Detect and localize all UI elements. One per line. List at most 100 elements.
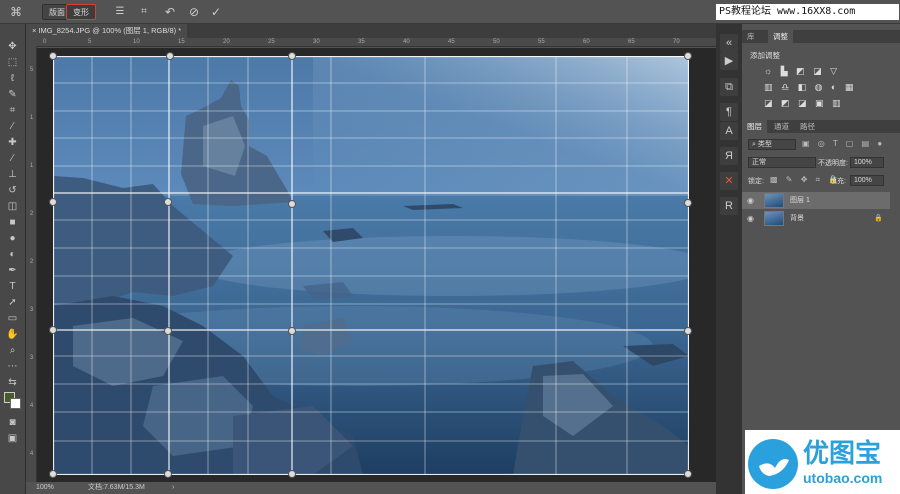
history-icon[interactable]: ⧉ (720, 78, 738, 96)
warp-handle[interactable] (164, 198, 172, 206)
shape-tool-icon[interactable]: ▭ (5, 312, 20, 326)
warp-handle[interactable] (288, 327, 296, 335)
tools-plugin-icon[interactable]: ✕ (720, 172, 738, 190)
hand-tool-icon[interactable]: ✋ (5, 328, 20, 342)
quick-select-tool-icon[interactable]: ✎ (5, 88, 20, 102)
eyedropper-tool-icon[interactable]: ⁄ (5, 120, 20, 134)
pen-tool-icon[interactable]: ✒ (5, 264, 20, 278)
history-brush-icon[interactable]: ↺ (5, 184, 20, 198)
vertical-ruler[interactable]: 5 1 1 2 2 3 3 4 4 (26, 47, 37, 483)
warp-handle[interactable] (684, 327, 692, 335)
eraser-tool-icon[interactable]: ◫ (5, 200, 20, 214)
warp-handle[interactable] (684, 199, 692, 207)
seascape-photo (53, 56, 689, 475)
undo-icon[interactable]: ↶ (162, 4, 178, 20)
ruler-tick-label: 2 (29, 259, 34, 265)
brush-settings-icon[interactable]: ¶ (720, 103, 738, 121)
stamp-tool-icon[interactable]: ⊥ (5, 168, 20, 182)
ruler-tick-label: 45 (448, 39, 455, 45)
ruler-tick-label: 20 (223, 39, 230, 45)
opacity-input[interactable]: 100% (850, 157, 884, 168)
move-tool-icon[interactable]: ✥ (5, 40, 20, 54)
ruler-tick-label: 3 (29, 307, 34, 313)
glyph-icon[interactable]: Я (720, 147, 738, 165)
dodge-tool-icon[interactable]: ◐ (5, 248, 20, 262)
ruler-tick-label: 4 (29, 403, 34, 409)
ruler-tick-label: 70 (673, 39, 680, 45)
logo-text: 优图宝 (803, 438, 882, 468)
character-panel-icon[interactable]: A (720, 122, 738, 140)
screen-mode-icon[interactable]: ▣ (5, 432, 20, 446)
background-color-swatch[interactable] (10, 398, 21, 409)
canvas-area[interactable] (37, 48, 716, 482)
gradient-tool-icon[interactable]: ■ (5, 216, 20, 230)
marquee-tool-icon[interactable]: ⬚ (5, 56, 20, 70)
warp-handle[interactable] (49, 198, 57, 206)
ruler-tick-label: 1 (29, 115, 34, 121)
zoom-tool-icon[interactable]: ⌕ (5, 344, 20, 358)
ruler-tick-label: 60 (583, 39, 590, 45)
adjustment-row-3-icons[interactable]: ◪ ◩ ◪ ▣ ▥ (764, 98, 844, 109)
healing-tool-icon[interactable]: ✚ (5, 136, 20, 150)
layer-row[interactable]: ◉ 图层 1 (742, 192, 890, 209)
play-action-icon[interactable]: ▶ (720, 52, 738, 70)
visibility-eye-icon[interactable]: ◉ (747, 210, 754, 227)
status-menu-icon[interactable]: › (172, 482, 174, 494)
warp-handle[interactable] (49, 326, 57, 334)
warp-handle[interactable] (684, 470, 692, 478)
horizontal-ruler[interactable]: 0 5 10 15 20 25 30 35 40 45 50 55 60 65 70 (37, 38, 716, 47)
zoom-level[interactable]: 100% (36, 482, 54, 494)
document-tab[interactable]: × IMG_8254.JPG @ 100% (图层 1, RGB/8) * (26, 24, 188, 38)
path-select-icon[interactable]: ➚ (5, 296, 20, 310)
photoshop-window: ⌘ 版面 变形 ☰ ⌗ ↶ ⊘ ✓ PS教程论坛 www.16XX8.com ✥… (0, 0, 900, 494)
quick-mask-icon[interactable]: ◙ (5, 416, 20, 430)
warp-handle[interactable] (288, 470, 296, 478)
document-size[interactable]: 文档:7.63M/15.3M (88, 482, 145, 494)
warp-handle[interactable] (164, 327, 172, 335)
blur-tool-icon[interactable]: ● (5, 232, 20, 246)
status-bar: 100% 文档:7.63M/15.3M › (26, 482, 716, 494)
warp-handle[interactable] (684, 52, 692, 60)
grid-icon[interactable]: ⌗ (136, 4, 152, 20)
plugin-r-icon[interactable]: R (720, 197, 738, 215)
ruler-tick-label: 40 (403, 39, 410, 45)
ruler-tick-label: 50 (493, 39, 500, 45)
tab-paths[interactable]: 路径 (795, 120, 820, 133)
ruler-origin[interactable] (26, 38, 37, 47)
adjustment-row-1-icons[interactable]: ☼ ▙ ◩ ◪ ▽ (764, 66, 840, 77)
layer-name[interactable]: 背景 (790, 210, 804, 227)
transform-tool-icon[interactable]: ⌘ (8, 4, 24, 20)
warp-handle[interactable] (164, 470, 172, 478)
warp-handle[interactable] (166, 52, 174, 60)
warp-handle[interactable] (288, 200, 296, 208)
tab-library[interactable]: 库 (742, 30, 760, 43)
filter-icons[interactable]: ▣ ◎ T ▢ ▤ ● (802, 139, 885, 148)
ruler-tick-label: 0 (43, 39, 47, 45)
type-tool-icon[interactable]: T (5, 280, 20, 294)
tab-layers[interactable]: 图层 (742, 120, 767, 133)
collapse-panel-icon[interactable]: « (720, 34, 738, 52)
grid-split-icon[interactable]: ☰ (112, 4, 128, 20)
warp-handle[interactable] (49, 470, 57, 478)
right-panels: 库 调整 添加调整 ☼ ▙ ◩ ◪ ▽ ▥ ♎ ◧ ◍ ◐ ▦ ◪ ◩ ◪ ▣ … (742, 30, 900, 494)
cancel-icon[interactable]: ⊘ (186, 4, 202, 20)
warp-handle[interactable] (288, 52, 296, 60)
commit-check-icon[interactable]: ✓ (208, 4, 224, 20)
layer-name[interactable]: 图层 1 (790, 192, 810, 209)
blend-mode-select[interactable]: 正常 (748, 157, 816, 168)
adjustment-row-2-icons[interactable]: ▥ ♎ ◧ ◍ ◐ ▦ (764, 82, 856, 93)
fill-input[interactable]: 100% (850, 175, 884, 186)
layer-kind-filter[interactable]: ⌕ 类型 (748, 139, 796, 150)
lasso-tool-icon[interactable]: ℓ (5, 72, 20, 86)
more-tools-icon[interactable]: ⋯ (5, 360, 20, 374)
mode-button-warp[interactable]: 变形 (66, 4, 96, 20)
brush-tool-icon[interactable]: ∕ (5, 152, 20, 166)
crop-tool-icon[interactable]: ⌗ (5, 104, 20, 118)
ruler-tick-label: 5 (29, 67, 34, 73)
visibility-eye-icon[interactable]: ◉ (747, 192, 754, 209)
layer-row[interactable]: ◉ 背景 🔒 (742, 210, 890, 227)
tab-channels[interactable]: 通道 (769, 120, 794, 133)
swap-colors-icon[interactable]: ⇆ (5, 376, 20, 390)
tab-adjustments[interactable]: 调整 (768, 30, 793, 43)
warp-handle[interactable] (49, 52, 57, 60)
